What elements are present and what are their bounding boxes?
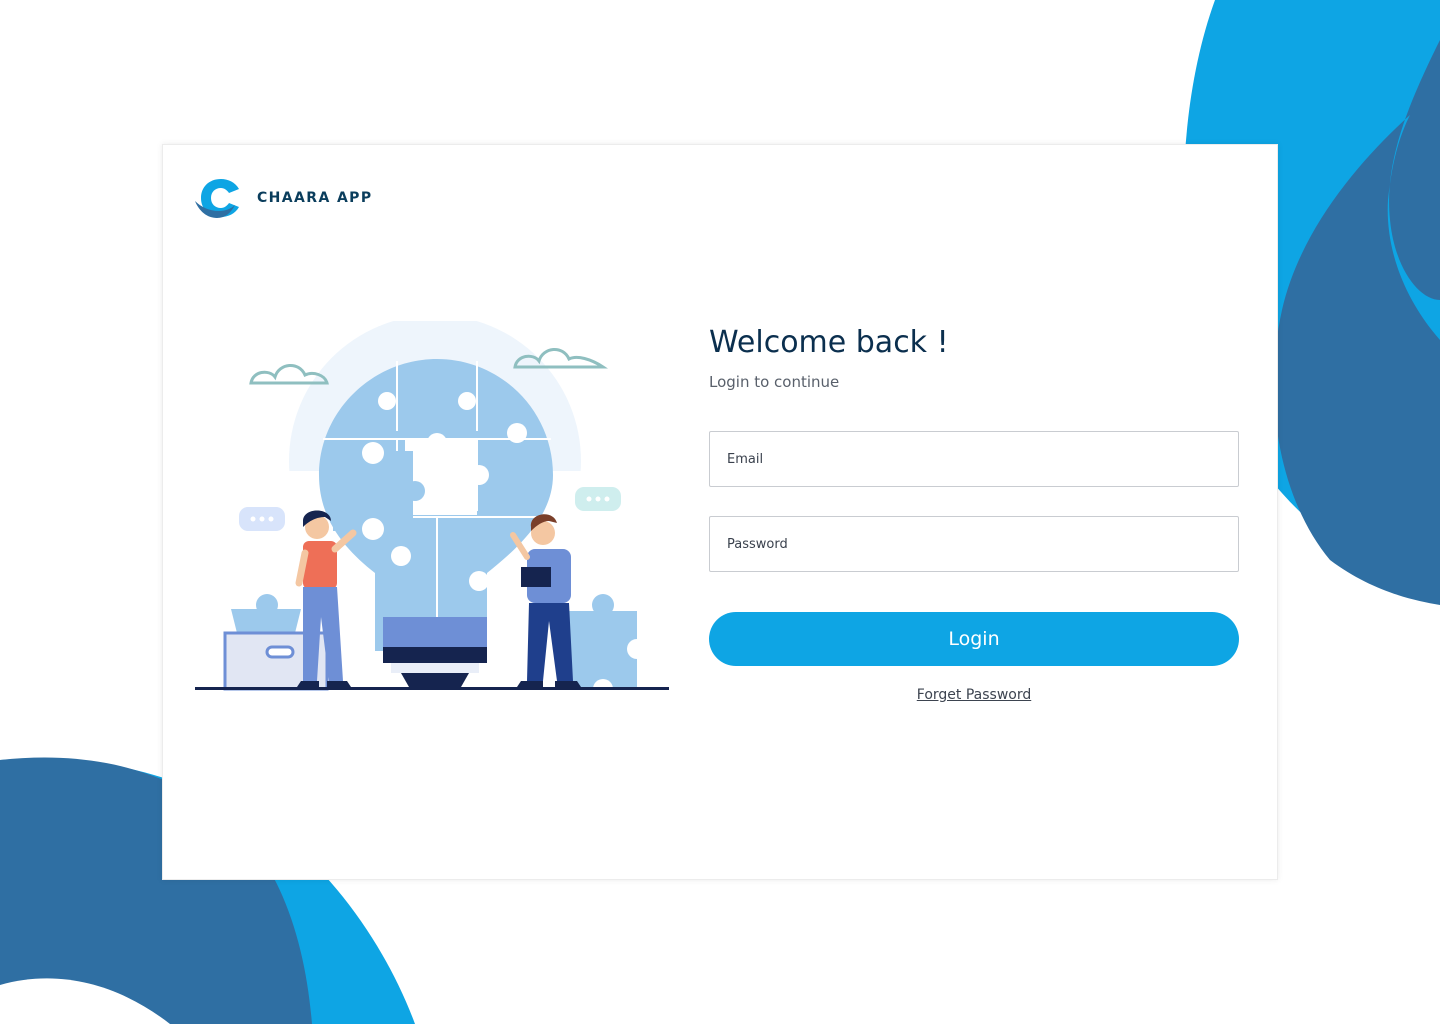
brand: CHAARA APP [195, 177, 373, 219]
ground-line [195, 687, 669, 690]
bulb-base [383, 647, 487, 663]
brand-name: CHAARA APP [257, 190, 373, 206]
chaara-c-logo-icon [195, 179, 239, 218]
puzzle-gap [405, 439, 477, 515]
password-input[interactable] [725, 535, 1223, 553]
email-input[interactable] [725, 450, 1223, 468]
login-card: CHAARA APP Welcome back ! Login to conti… [162, 144, 1278, 880]
login-page: CHAARA APP Welcome back ! Login to conti… [0, 0, 1440, 1024]
email-field[interactable] [709, 431, 1239, 487]
bulb-cap [401, 673, 469, 687]
laptop-icon [521, 567, 551, 587]
forgot-password-link[interactable]: Forget Password [917, 687, 1031, 703]
login-panel: Welcome back ! Login to continue Login F… [709, 321, 1239, 703]
forgot-password-wrap: Forget Password [709, 684, 1239, 703]
password-field[interactable] [709, 516, 1239, 572]
welcome-title: Welcome back ! [709, 325, 949, 360]
speech-bubble-right-icon [575, 487, 621, 511]
speech-bubble-left-icon [239, 507, 285, 531]
right-puzzle-piece [569, 611, 637, 689]
bulb-band [383, 617, 487, 647]
lightbulb-puzzle-illustration [191, 321, 675, 695]
welcome-subtitle: Login to continue [709, 373, 840, 391]
login-button[interactable]: Login [709, 612, 1239, 666]
